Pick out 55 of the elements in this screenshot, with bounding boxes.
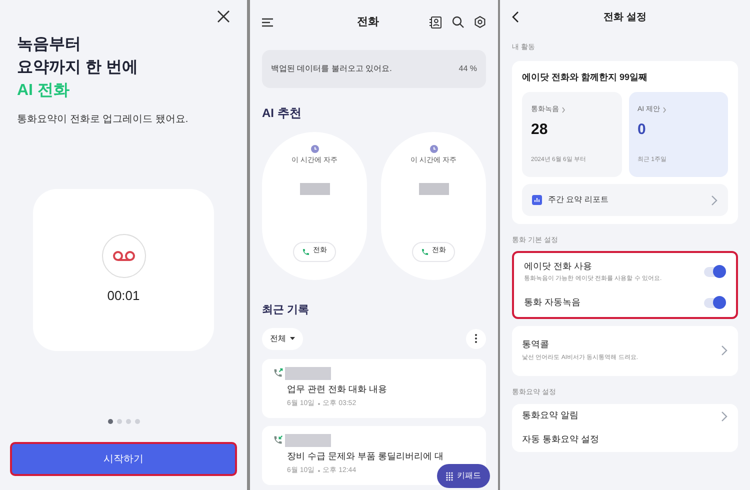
chevron-right-icon: [663, 107, 666, 114]
dialpad-icon: [446, 472, 453, 480]
toggle-switch[interactable]: [704, 298, 726, 308]
screen-title: 전화 설정: [602, 10, 648, 24]
section-title: 최근 기록: [262, 303, 310, 318]
settings-row[interactable]: 통화요약 알림: [522, 404, 728, 428]
setting-label: 에이닷 전화 사용: [524, 260, 594, 272]
subtitle-text: 통화요약이 전화로 업그레이드 됐어요.: [17, 113, 190, 127]
chevron-right-icon: [562, 107, 565, 114]
stat-value: 28: [531, 120, 549, 140]
headline-highlight: AI 전화: [17, 81, 70, 100]
phone-icon: [302, 248, 310, 256]
keypad-button[interactable]: 키패드: [437, 464, 490, 488]
close-icon[interactable]: [217, 10, 230, 23]
redacted-name: [300, 182, 330, 194]
report-row[interactable]: 주간 요약 리포트: [522, 184, 728, 216]
caret-icon: [290, 337, 295, 340]
record-title: 업무 관련 전화 대화 내용: [286, 382, 388, 396]
settings-row[interactable]: 자동 통화요약 설정: [522, 428, 728, 452]
menu-icon[interactable]: [262, 18, 273, 26]
chevron-right-icon: [721, 410, 728, 422]
settings-icon[interactable]: [474, 16, 486, 28]
redacted-name: [285, 366, 331, 380]
stat-value: 0: [638, 120, 647, 140]
record-title: 장비 수급 문제와 부품 롱딜리버리에 대: [286, 450, 445, 462]
backup-percent: 44 %: [458, 63, 477, 75]
record-button[interactable]: [102, 234, 146, 278]
more-button[interactable]: [466, 328, 486, 348]
days-text: 에이닷 전화와 함께한지 99일째: [522, 70, 649, 84]
chevron-right-icon: [721, 345, 728, 356]
back-icon[interactable]: [512, 11, 519, 23]
headline-text: 녹음부터: [17, 35, 82, 54]
setting-label: 자동 통화요약 설정: [522, 433, 600, 446]
setting-label: 통역콜: [522, 338, 550, 352]
clock-icon: [430, 145, 438, 153]
timer-text: 00:01: [107, 287, 140, 306]
setting-label: 통화요약 알림: [522, 409, 580, 422]
redacted-name: [285, 434, 331, 446]
bar-chart-icon: [532, 195, 542, 205]
setting-label: 통화 자동녹음: [524, 296, 582, 309]
phone-icon: [421, 248, 429, 256]
screen-title: 전화: [356, 14, 380, 30]
search-icon[interactable]: [452, 16, 464, 28]
contacts-icon[interactable]: [429, 16, 442, 28]
chevron-right-icon: [711, 194, 718, 206]
headline-text: 요약까지 한 번에: [17, 58, 139, 77]
toggle-switch[interactable]: [704, 266, 726, 277]
backup-text: 백업된 데이터를 불러오고 있어요.: [271, 63, 392, 75]
start-button[interactable]: 시작하기: [10, 442, 237, 476]
clock-icon: [310, 145, 318, 153]
redacted-name: [418, 182, 448, 194]
report-label: 주간 요약 리포트: [548, 194, 610, 206]
section-title: AI 추천: [262, 105, 302, 122]
voicemail-icon: [112, 250, 134, 262]
filter-dropdown[interactable]: 전체: [262, 328, 303, 350]
